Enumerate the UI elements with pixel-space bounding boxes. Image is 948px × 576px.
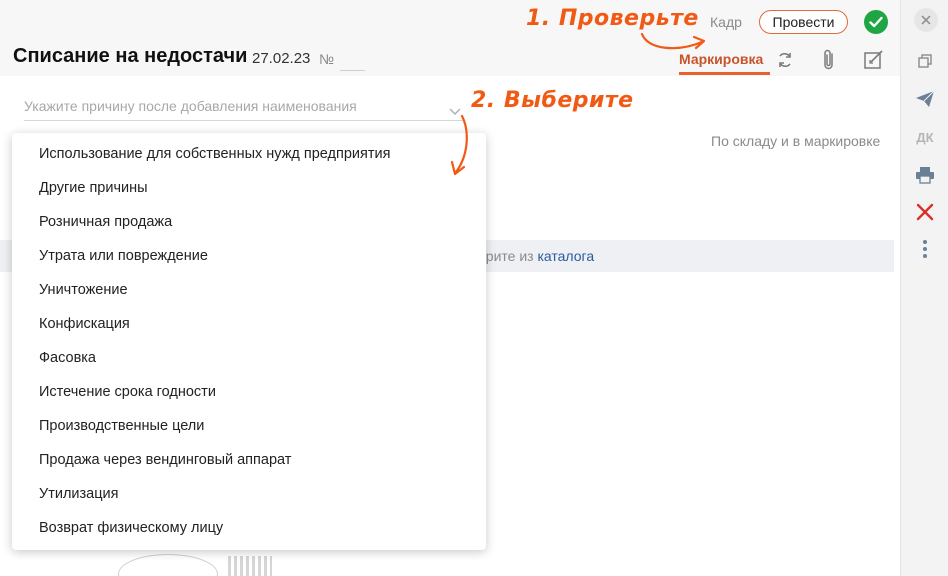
kadr-link[interactable]: Кадр <box>710 14 742 30</box>
document-date[interactable]: 27.02.23 <box>252 50 310 67</box>
page: Списание на недостачи 27.02.23 № Кадр Пр… <box>0 0 948 576</box>
by-stock-link[interactable]: По складу и в маркировке <box>711 133 880 149</box>
annotation-arrow-2-icon <box>450 114 468 176</box>
page-title: Списание на недостачи <box>13 45 248 67</box>
dk-icon[interactable]: ДК <box>910 122 940 152</box>
catalog-prefix: ерите из <box>478 248 534 264</box>
dropdown-item[interactable]: Конфискация <box>39 316 130 332</box>
number-label: № <box>319 51 335 67</box>
reason-dropdown: Использование для собственных нужд предп… <box>12 133 486 550</box>
delete-icon[interactable] <box>910 197 940 227</box>
dropdown-item[interactable]: Производственные цели <box>39 418 204 434</box>
catalog-hint: ерите из каталога <box>478 248 594 264</box>
dropdown-item[interactable]: Продажа через вендинговый аппарат <box>39 452 291 468</box>
dropdown-item[interactable]: Уничтожение <box>39 282 128 298</box>
print-icon[interactable] <box>910 160 940 190</box>
dropdown-item[interactable]: Истечение срока годности <box>39 384 216 400</box>
dropdown-item[interactable]: Возврат физическому лицу <box>39 520 223 536</box>
tab-marking-underline <box>679 72 770 75</box>
send-icon[interactable] <box>910 84 940 114</box>
dropdown-item[interactable]: Розничная продажа <box>39 214 172 230</box>
dropdown-item[interactable]: Фасовка <box>39 350 96 366</box>
edit-icon[interactable] <box>862 48 886 72</box>
attachment-icon[interactable] <box>819 48 839 72</box>
dropdown-item[interactable]: Утилизация <box>39 486 118 502</box>
sync-icon[interactable] <box>775 50 795 70</box>
catalog-link[interactable]: каталога <box>537 248 594 264</box>
more-icon[interactable] <box>910 234 940 264</box>
right-toolbar: ДК <box>900 0 948 576</box>
chevron-down-icon[interactable] <box>449 103 461 116</box>
number-field[interactable] <box>340 53 365 71</box>
close-icon[interactable] <box>914 8 938 32</box>
check-icon[interactable] <box>864 10 888 34</box>
annotation-step-2: 2. Выберите <box>471 88 634 113</box>
barcode-image <box>228 556 272 576</box>
reason-select[interactable]: Укажите причину после добавления наимено… <box>24 98 464 121</box>
copy-icon[interactable] <box>910 46 940 76</box>
dropdown-item[interactable]: Другие причины <box>39 180 148 196</box>
dropdown-item[interactable]: Утрата или повреждение <box>39 248 208 264</box>
post-button[interactable]: Провести <box>759 10 848 34</box>
annotation-arrow-1-icon <box>640 32 706 50</box>
dropdown-item[interactable]: Использование для собственных нужд предп… <box>39 146 390 162</box>
